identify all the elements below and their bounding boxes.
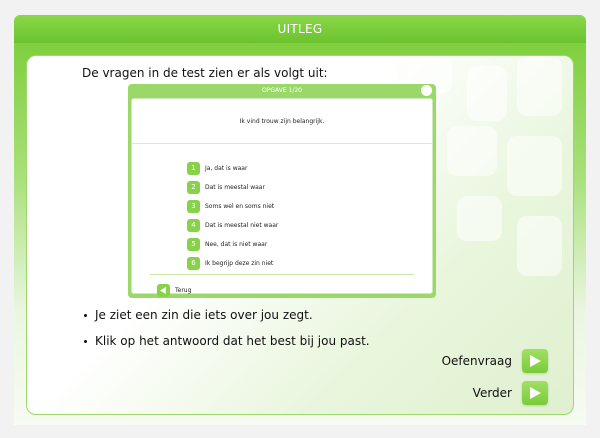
back-label: Terug	[175, 287, 192, 294]
play-icon	[530, 355, 541, 367]
circle-icon	[421, 85, 432, 96]
example-body: Ik vind trouw zijn belangrijk. 1 Ja, dat…	[131, 98, 433, 297]
divider	[150, 274, 414, 275]
play-icon	[530, 387, 541, 399]
bullet-text: Klik op het antwoord dat het best bij jo…	[95, 334, 370, 348]
option-label: Dat is meestal niet waar	[205, 221, 279, 229]
example-title: OPGAVE 1/20	[262, 87, 302, 94]
option-number: 6	[187, 256, 200, 270]
option-label: Ik begrijp deze zin niet	[205, 259, 274, 267]
next-action[interactable]: Verder	[473, 381, 548, 405]
intro-text: De vragen in de test zien er als volgt u…	[82, 66, 328, 80]
example-option: 3 Soms wel en soms niet	[187, 199, 274, 213]
example-question: Ik vind trouw zijn belangrijk.	[132, 99, 432, 144]
option-number: 5	[187, 237, 200, 251]
next-button[interactable]	[522, 381, 548, 405]
bullet-item: Je ziet een zin die iets over jou zegt.	[84, 308, 313, 322]
example-option: 5 Nee, dat is niet waar	[187, 237, 267, 251]
option-label: Nee, dat is niet waar	[205, 240, 268, 248]
example-question-screen: OPGAVE 1/20 Ik vind trouw zijn belangrij…	[128, 84, 436, 298]
practice-button[interactable]	[522, 349, 548, 373]
example-option: 2 Dat is meestal waar	[187, 180, 265, 194]
decoration	[447, 126, 497, 176]
option-number: 1	[187, 161, 200, 175]
decoration	[517, 56, 562, 116]
practice-action[interactable]: Oefenvraag	[442, 349, 548, 373]
bullet-icon	[84, 339, 87, 343]
bullet-text: Je ziet een zin die iets over jou zegt.	[95, 308, 313, 322]
bullet-icon	[84, 313, 87, 317]
option-number: 3	[187, 199, 200, 213]
option-label: Soms wel en soms niet	[205, 202, 275, 210]
decoration	[517, 216, 562, 276]
decoration	[467, 66, 507, 121]
example-option: 6 Ik begrijp deze zin niet	[187, 256, 273, 270]
next-label: Verder	[472, 386, 512, 400]
option-number: 4	[187, 218, 200, 232]
arrow-left-icon	[157, 284, 170, 297]
bullet-item: Klik op het antwoord dat het best bij jo…	[84, 334, 370, 348]
example-option: 1 Ja, dat is waar	[187, 161, 247, 175]
header-title: UITLEG	[277, 22, 323, 36]
example-back: Terug	[157, 284, 191, 297]
example-option: 4 Dat is meestal niet waar	[187, 218, 278, 232]
option-label: Dat is meestal waar	[205, 183, 265, 191]
practice-label: Oefenvraag	[441, 354, 512, 368]
option-number: 2	[187, 180, 200, 194]
option-label: Ja, dat is waar	[205, 164, 248, 172]
decoration	[457, 196, 502, 241]
decoration	[507, 136, 562, 196]
header-bar: UITLEG	[14, 15, 586, 43]
